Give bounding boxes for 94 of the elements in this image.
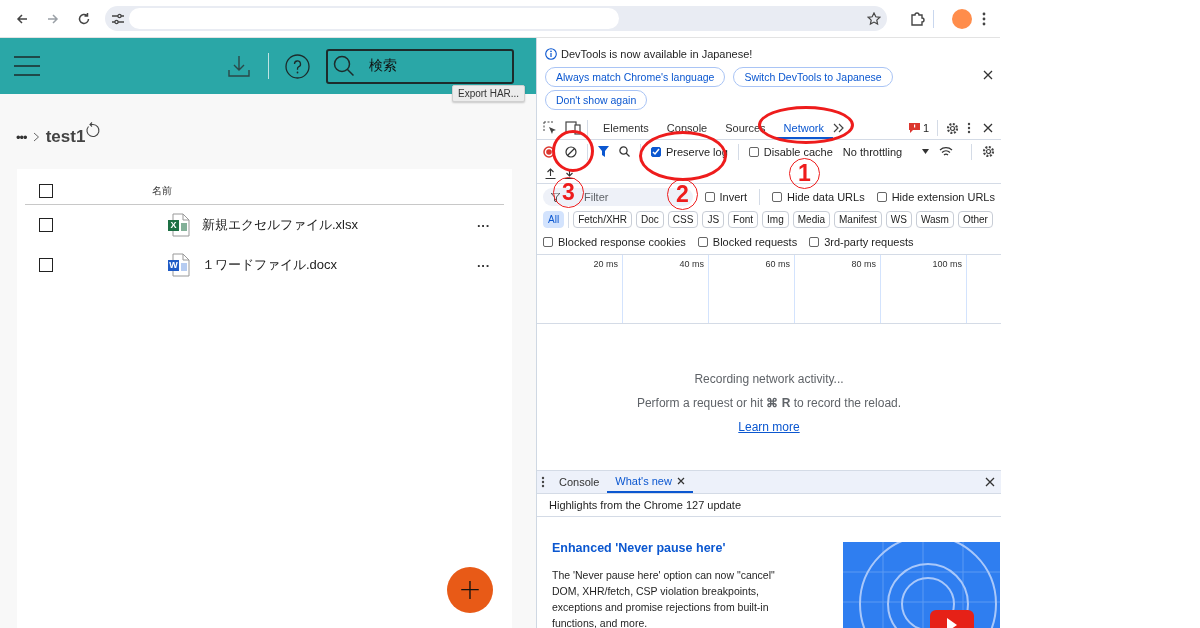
search-icon[interactable] [333,55,355,77]
type-filter-chip[interactable]: Font [728,211,759,228]
file-name[interactable]: 新規エクセルファイル.xlsx [202,216,477,234]
drawer-tab[interactable]: Console [551,471,608,493]
checkbox[interactable] [543,237,553,247]
settings-icon[interactable] [982,145,996,158]
throttling-dropdown[interactable]: No throttling [842,145,930,158]
close-icon[interactable] [985,477,995,487]
more-options-button[interactable]: ··· [477,217,490,233]
more-options-icon[interactable] [541,476,545,488]
chevron-right-icon[interactable] [32,132,40,142]
type-filter-chip[interactable]: Wasm [915,211,954,228]
more-tabs-icon[interactable] [832,123,845,133]
time-tick-label: 20 ms [593,259,618,269]
learn-more-link[interactable]: Learn more [738,420,800,434]
checkbox-label[interactable]: Disable cache [763,145,833,158]
back-arrow-icon[interactable] [14,11,29,26]
checkbox-label[interactable]: Hide extension URLs [891,191,995,203]
type-filter-chip[interactable]: Manifest [834,211,882,228]
time-tick-label: 100 ms [932,259,962,269]
close-icon[interactable] [676,477,685,485]
highlight-ellipse [552,130,594,172]
column-header[interactable]: 名前 [152,183,172,198]
clear-icon[interactable] [565,145,577,158]
panel-tab[interactable]: Network [774,117,833,139]
issue-flag-icon[interactable] [908,123,920,133]
drawer-tab[interactable]: What's new [607,471,693,493]
article-title[interactable]: Enhanced 'Never pause here' [552,541,832,555]
time-tick-label: 40 ms [679,259,704,269]
info-message: DevTools is now available in Japanese! [561,48,753,60]
type-filter-chip[interactable]: Doc [636,211,664,228]
panel-tab[interactable]: Elements [594,117,658,139]
select-all-checkbox[interactable] [39,183,53,198]
language-button[interactable]: Don't show again [545,90,648,110]
menu-icon[interactable] [982,11,986,26]
refresh-icon[interactable] [85,122,102,138]
tooltip: Export HAR... [452,85,526,102]
type-filter-chip[interactable]: Img [762,211,789,228]
language-button[interactable]: Always match Chrome's language [545,67,726,87]
checkbox-label[interactable]: Blocked requests [712,236,798,248]
file-name[interactable]: １ワードファイル.docx [202,256,477,274]
panel-tab[interactable]: Console [657,117,717,139]
checkbox-label[interactable]: Hide data URLs [787,191,865,203]
type-filter-chip[interactable]: CSS [667,211,699,228]
network-conditions-icon[interactable] [939,146,954,157]
help-icon[interactable] [285,53,310,79]
info-icon[interactable] [545,48,557,60]
row-checkbox[interactable] [39,258,53,272]
site-settings-icon[interactable] [111,11,125,26]
search-icon[interactable] [619,146,630,157]
checkbox[interactable] [809,237,820,247]
issues-counter[interactable]: 1 [908,122,937,134]
checkbox[interactable] [651,146,661,157]
type-filter-chip[interactable]: Other [957,211,993,228]
record-icon[interactable] [543,145,555,158]
checkbox-label[interactable]: Invert [719,191,747,203]
article-text: The 'Never pause here' option can now "cancel" DOM, XHR/fetch, CSP violation breakpoints, exceptions and promise rejections from built-in functions, and more. [552,568,776,628]
drawer-subtitle: Highlights from the Chrome 127 update [537,494,1001,517]
language-button[interactable]: Switch DevTools to Japanese [733,67,893,87]
breadcrumb-ellipsis[interactable]: ••• [16,129,27,145]
checkbox[interactable] [772,192,782,202]
import-har-icon[interactable] [545,167,556,179]
type-filter-chip[interactable]: All [543,211,565,228]
empty-state-hint: Perform a request or hit ⌘ R to record the reload. [636,396,902,410]
close-icon[interactable] [983,123,993,133]
settings-icon[interactable] [946,121,959,135]
bookmark-star-icon[interactable] [867,11,881,26]
filter-icon [551,192,560,202]
breadcrumb-current: test1 [45,127,86,147]
more-options-button[interactable]: ··· [477,257,490,273]
time-tick-label: 60 ms [765,259,790,269]
time-tick-label: 80 ms [851,259,876,269]
checkbox-label[interactable]: Blocked response cookies [558,236,686,248]
inspect-element-icon[interactable] [543,121,557,135]
checkbox[interactable] [876,192,887,202]
type-filter-chip[interactable]: JS [702,211,725,228]
type-filter-chip[interactable]: Fetch/XHR [573,211,633,228]
row-checkbox[interactable] [39,218,53,232]
checkbox[interactable] [697,237,708,247]
dropdown-caret-icon[interactable] [922,149,930,154]
checkbox[interactable] [704,192,715,202]
type-filter-chip[interactable]: WS [885,211,912,228]
checkbox-label[interactable]: 3rd-party requests [824,236,914,248]
more-options-icon[interactable] [967,122,971,134]
download-icon[interactable] [228,55,250,77]
checkbox[interactable] [748,146,759,157]
close-icon[interactable] [983,70,993,80]
type-filter-chip[interactable]: Media [792,211,830,228]
extensions-icon[interactable] [909,10,925,27]
device-toolbar-icon[interactable] [565,121,581,135]
search-field[interactable]: 検索 [326,48,514,84]
empty-state-title: Recording network activity... [694,372,844,386]
reload-icon[interactable] [76,11,91,26]
filter-icon[interactable] [598,146,609,157]
